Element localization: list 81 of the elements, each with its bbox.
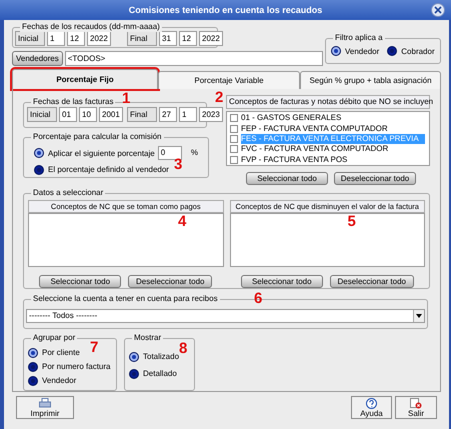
annotation-number: 8: [179, 341, 188, 356]
annotation-number: 4: [178, 214, 186, 229]
date-field[interactable]: 10: [79, 107, 97, 122]
date-field[interactable]: 1: [47, 31, 65, 46]
list-item[interactable]: 01 - GASTOS GENERALES: [230, 113, 429, 124]
annotation-number: 3: [174, 157, 182, 172]
field-label: Inicial: [27, 107, 57, 122]
tab[interactable]: Según % grupo + tabla asignación: [300, 71, 441, 89]
field-label: Final: [127, 107, 157, 122]
printer-icon: [39, 398, 51, 409]
select-button[interactable]: Seleccionar todo: [246, 172, 328, 185]
tab[interactable]: Porcentaje Fijo: [12, 69, 158, 89]
date-field[interactable]: 27: [159, 107, 177, 122]
select-button[interactable]: Deseleccionar todo: [128, 275, 212, 288]
percent-sign: %: [190, 148, 198, 158]
checkbox[interactable]: [230, 156, 238, 164]
select-button[interactable]: Deseleccionar todo: [330, 275, 414, 288]
percent-field[interactable]: 0: [158, 146, 182, 160]
close-icon: [434, 6, 442, 14]
date-field[interactable]: 2001: [99, 107, 123, 122]
help-icon: [366, 398, 377, 409]
group-legend: Seleccione la cuenta a tener en cuenta para recibos: [31, 294, 220, 304]
vendedores-button[interactable]: Vendedores: [12, 51, 63, 66]
date-field[interactable]: 12: [67, 31, 85, 46]
radio-option[interactable]: Aplicar el siguiente porcentaje: [34, 148, 155, 158]
select-button[interactable]: Seleccionar todo: [39, 275, 122, 288]
select-button[interactable]: Seleccionar todo: [240, 275, 323, 288]
checkbox[interactable]: [230, 114, 238, 122]
date-field[interactable]: 01: [59, 107, 77, 122]
date-field[interactable]: 31: [159, 31, 177, 46]
field-label: Inicial: [15, 31, 45, 46]
close-button[interactable]: [431, 3, 445, 17]
annotation-number: 6: [254, 291, 262, 306]
radio-button[interactable]: [28, 376, 38, 386]
radio-option[interactable]: Cobrador: [387, 46, 435, 56]
radio-button[interactable]: [129, 352, 139, 362]
group-legend: Porcentaje para calcular la comisión: [31, 132, 164, 142]
exit-icon: [410, 398, 422, 409]
checkbox[interactable]: [230, 124, 238, 133]
radio-option[interactable]: Por numero factura: [28, 361, 112, 372]
group-legend: Datos a seleccionar: [31, 188, 106, 198]
help-button[interactable]: Ayuda: [351, 396, 392, 419]
dropdown-arrow-icon: [416, 314, 422, 318]
list-item[interactable]: FEP - FACTURA VENTA COMPUTADOR: [230, 123, 429, 134]
annotation-number: 5: [348, 214, 356, 229]
radio-button[interactable]: [28, 362, 38, 372]
select-button[interactable]: Deseleccionar todo: [334, 172, 416, 185]
account-dropdown[interactable]: -------- Todos --------: [26, 309, 425, 323]
tab[interactable]: Porcentaje Variable: [158, 71, 300, 89]
radio-button[interactable]: [387, 46, 398, 56]
group-legend: Filtro aplica a: [333, 33, 385, 43]
radio-option[interactable]: Detallado: [129, 368, 190, 379]
radio-button[interactable]: [34, 164, 44, 174]
radio-button[interactable]: [34, 148, 44, 158]
group-legend: Agrupar por: [31, 333, 78, 343]
radio-button[interactable]: [331, 46, 341, 56]
list-item[interactable]: FVP - FACTURA VENTA POS: [230, 154, 429, 166]
group-legend: Fechas de las facturas: [31, 97, 116, 107]
radio-option[interactable]: Vendedor: [28, 375, 112, 386]
radio-button[interactable]: [129, 368, 139, 378]
radio-button[interactable]: [28, 348, 38, 358]
group-legend: Mostrar: [132, 333, 164, 343]
radio-option[interactable]: Vendedor: [331, 46, 380, 56]
date-field[interactable]: 1: [179, 107, 197, 122]
annotation-number: 2: [215, 90, 224, 105]
exit-button[interactable]: Salir: [395, 396, 437, 419]
annotation-number: 1: [122, 91, 130, 106]
group-legend: Fechas de los recaudos (dd-mm-aaaa): [20, 22, 162, 32]
checkbox[interactable]: [230, 135, 238, 144]
annotation-number: 7: [90, 340, 98, 355]
date-field[interactable]: 2023: [199, 107, 223, 122]
date-field[interactable]: 12: [179, 31, 197, 46]
date-field[interactable]: 2022: [87, 31, 111, 46]
checkbox[interactable]: [230, 145, 238, 154]
list-header: Conceptos de facturas y notas débito que NO se incluyen: [226, 95, 430, 109]
field-label: Final: [127, 31, 157, 46]
vendedores-field[interactable]: <TODOS>: [64, 51, 323, 66]
print-button[interactable]: Imprimir: [16, 396, 74, 419]
list-item[interactable]: FVC - FACTURA VENTA COMPUTADOR: [230, 144, 429, 155]
window-title: Comisiones teniendo en cuenta los recaudos: [128, 5, 324, 15]
date-field[interactable]: 2022: [199, 31, 223, 46]
